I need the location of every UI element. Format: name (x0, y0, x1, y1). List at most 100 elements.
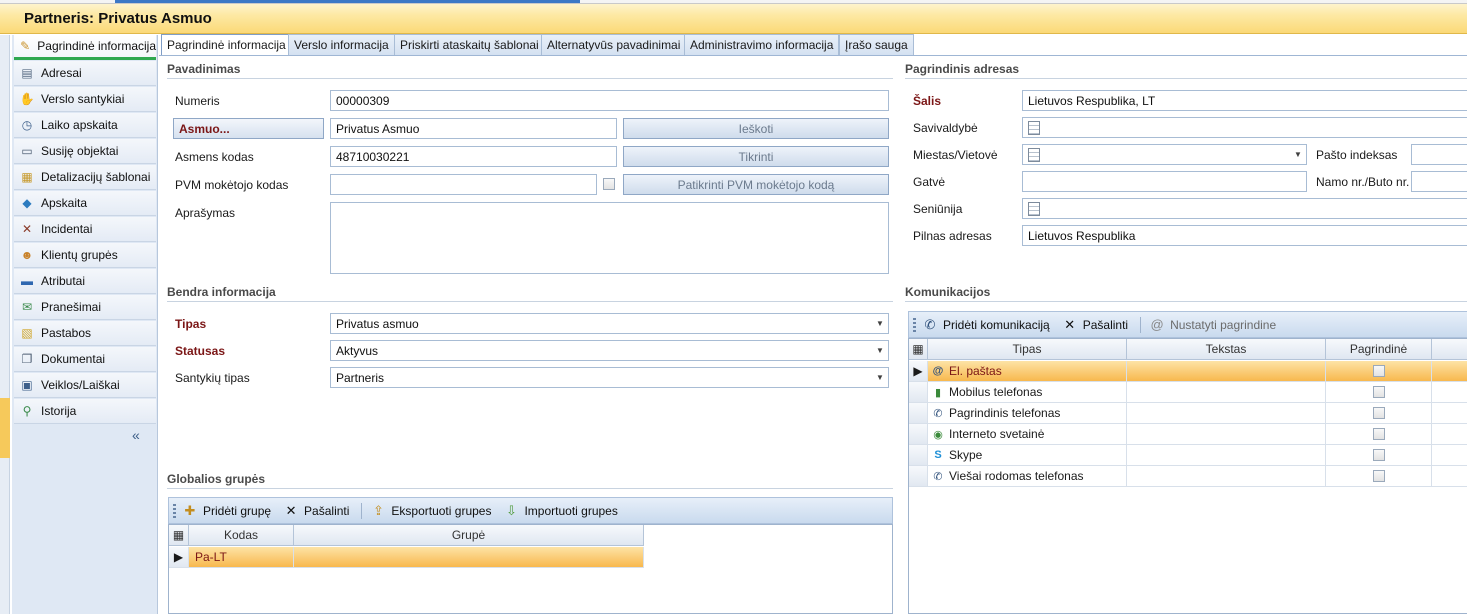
country-field[interactable]: Lietuvos Respublika, LT (1022, 90, 1467, 111)
export-groups-button[interactable]: ⇪ Eksportuoti grupes (370, 503, 492, 519)
person-button[interactable]: Asmuo... (173, 118, 324, 139)
text-cell[interactable] (1127, 424, 1326, 444)
sidebar-item-history[interactable]: ⚲ Istorija (14, 399, 156, 424)
primary-checkbox[interactable] (1372, 407, 1385, 419)
sidebar-collapse-button[interactable]: « (132, 427, 140, 443)
house-number-field[interactable] (1411, 171, 1467, 192)
eldership-label: Seniūnija (913, 202, 963, 216)
row-indicator (909, 466, 928, 486)
text-cell[interactable] (1127, 361, 1326, 381)
sidebar-item-client-groups[interactable]: ☻ Klientų grupės (14, 243, 156, 268)
table-row[interactable]: ◉ Interneto svetainė (909, 424, 1467, 445)
type-cell[interactable]: ✆ Viešai rodomas telefonas (928, 466, 1127, 486)
sidebar-item-incidents[interactable]: ✕ Incidentai (14, 217, 156, 242)
number-field[interactable]: 00000309 (330, 90, 889, 111)
full-address-field[interactable]: Lietuvos Respublika (1022, 225, 1467, 246)
sidebar-item-label: Atributai (41, 274, 86, 288)
text-cell[interactable] (1127, 403, 1326, 423)
type-cell[interactable]: S Skype (928, 445, 1127, 465)
tab-alternative-names[interactable]: Alternatyvūs pavadinimai (541, 34, 687, 55)
sidebar-item-label: Istorija (41, 404, 77, 418)
primary-checkbox[interactable] (1372, 449, 1385, 461)
text-cell[interactable] (1127, 445, 1326, 465)
grid-settings-icon[interactable]: ▦ (169, 525, 189, 545)
table-row[interactable]: ▶ @ El. paštas (909, 361, 1467, 382)
sidebar-item-detail-templates[interactable]: ▦ Detalizacijų šablonai (14, 165, 156, 190)
tab-record-security[interactable]: Įrašo sauga (839, 34, 914, 55)
add-communication-button[interactable]: ✆ Pridėti komunikaciją (922, 317, 1050, 333)
sidebar-item-related-objects[interactable]: ▭ Susiję objektai (14, 139, 156, 164)
table-row[interactable]: ✆ Pagrindinis telefonas (909, 403, 1467, 424)
city-select[interactable]: ▼ (1022, 144, 1307, 165)
primary-checkbox[interactable] (1372, 365, 1385, 377)
column-header-primary[interactable]: Pagrindinė (1326, 339, 1432, 359)
sidebar-item-addresses[interactable]: ▤ Adresai (14, 61, 156, 86)
primary-checkbox[interactable] (1372, 386, 1385, 398)
column-header-type[interactable]: Tipas (928, 339, 1127, 359)
tab-main-info[interactable]: Pagrindinė informacija (161, 34, 292, 56)
tab-report-templates[interactable]: Priskirti ataskaitų šablonai (394, 34, 545, 55)
type-cell[interactable]: @ El. paštas (928, 361, 1127, 381)
chevron-down-icon[interactable]: ▼ (872, 368, 888, 387)
chevron-down-icon[interactable]: ▼ (872, 341, 888, 360)
table-row[interactable]: ✆ Viešai rodomas telefonas (909, 466, 1467, 487)
table-row[interactable]: ▮ Mobilus telefonas (909, 382, 1467, 403)
vat-checkbox[interactable] (603, 178, 615, 190)
type-cell[interactable]: ✆ Pagrindinis telefonas (928, 403, 1127, 423)
municipality-field[interactable] (1022, 117, 1467, 138)
group-name-cell[interactable] (294, 547, 644, 567)
column-header-group[interactable]: Grupė (294, 525, 644, 545)
lookup-icon[interactable] (1028, 202, 1040, 216)
primary-checkbox[interactable] (1372, 470, 1385, 482)
add-group-icon: ✚ (184, 502, 196, 518)
vat-code-field[interactable] (330, 174, 597, 195)
sidebar-item-documents[interactable]: ❐ Dokumentai (14, 347, 156, 372)
table-row[interactable]: S Skype (909, 445, 1467, 466)
sidebar-item-time-tracking[interactable]: ◷ Laiko apskaita (14, 113, 156, 138)
postal-code-field[interactable] (1411, 144, 1467, 165)
street-field[interactable] (1022, 171, 1307, 192)
status-select[interactable]: Aktyvus ▼ (330, 340, 889, 361)
primary-checkbox[interactable] (1372, 428, 1385, 440)
add-group-button[interactable]: ✚ Pridėti grupę (182, 502, 272, 519)
tab-admin-info[interactable]: Administravimo informacija (684, 34, 840, 55)
sidebar-item-label: Veiklos/Laiškai (41, 378, 120, 392)
sidebar-item-notes[interactable]: ▧ Pastabos (14, 321, 156, 346)
toolbar-grip[interactable] (913, 317, 916, 332)
sidebar-item-notifications[interactable]: ✉ Pranešimai (14, 295, 156, 320)
eldership-field[interactable] (1022, 198, 1467, 219)
sidebar-item-main-info[interactable]: ✎ Pagrindinė informacija (14, 35, 156, 60)
check-vat-button[interactable]: Patikrinti PVM mokėtojo kodą (623, 174, 889, 195)
type-cell[interactable]: ▮ Mobilus telefonas (928, 382, 1127, 402)
column-header-code[interactable]: Kodas (189, 525, 294, 545)
grid-settings-icon[interactable]: ▦ (909, 339, 928, 359)
check-button[interactable]: Tikrinti (623, 146, 889, 167)
description-textarea[interactable] (330, 202, 889, 274)
column-header-text[interactable]: Tekstas (1127, 339, 1326, 359)
tab-business-info[interactable]: Verslo informacija (288, 34, 395, 55)
person-name-field[interactable]: Privatus Asmuo (330, 118, 617, 139)
table-row[interactable]: ▶ Pa-LT (169, 547, 644, 568)
set-primary-button[interactable]: @ Nustatyti pagrindine (1149, 317, 1276, 333)
sidebar-item-accounting[interactable]: ◆ Apskaita (14, 191, 156, 216)
sidebar-item-activities[interactable]: ▣ Veiklos/Laiškai (14, 373, 156, 398)
toolbar-grip[interactable] (173, 503, 176, 518)
text-cell[interactable] (1127, 466, 1326, 486)
type-cell[interactable]: ◉ Interneto svetainė (928, 424, 1127, 444)
lookup-icon[interactable] (1028, 148, 1040, 162)
lookup-icon[interactable] (1028, 121, 1040, 135)
chevron-down-icon[interactable]: ▼ (1290, 145, 1306, 164)
personal-code-field[interactable]: 48710030221 (330, 146, 617, 167)
search-button[interactable]: Ieškoti (623, 118, 889, 139)
import-groups-button[interactable]: ⇩ Importuoti grupes (503, 503, 618, 519)
text-cell[interactable] (1127, 382, 1326, 402)
type-select[interactable]: Privatus asmuo ▼ (330, 313, 889, 334)
chevron-down-icon[interactable]: ▼ (872, 314, 888, 333)
remove-communication-button[interactable]: ✕ Pašalinti (1062, 317, 1128, 333)
sidebar-item-attributes[interactable]: ▬ Atributai (14, 269, 156, 294)
group-icon: ☻ (20, 248, 34, 262)
remove-group-button[interactable]: ✕ Pašalinti (283, 503, 350, 519)
group-code-cell[interactable]: Pa-LT (189, 547, 294, 567)
sidebar-item-business-relations[interactable]: ✋ Verslo santykiai (14, 87, 156, 112)
relation-type-select[interactable]: Partneris ▼ (330, 367, 889, 388)
